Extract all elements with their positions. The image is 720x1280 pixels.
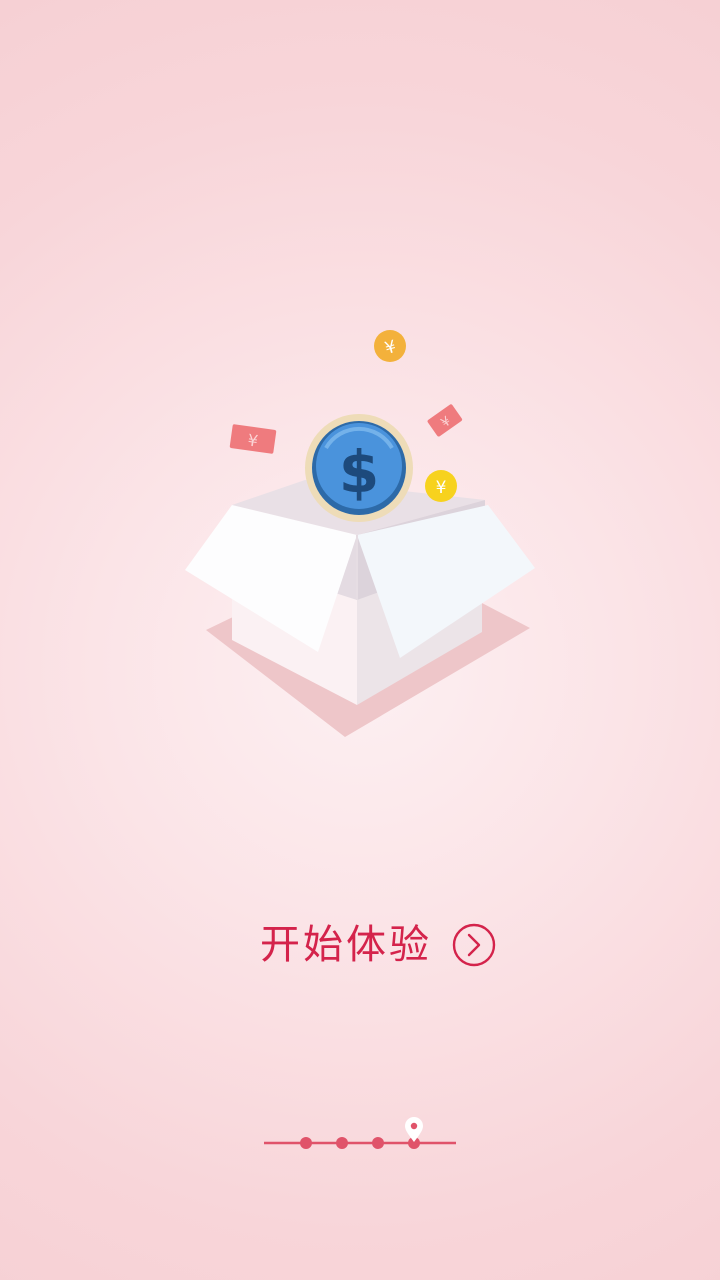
page-dot[interactable] (300, 1137, 312, 1149)
page-dot[interactable] (336, 1137, 348, 1149)
page-indicator (264, 1117, 456, 1149)
current-page-pin-icon (405, 1117, 423, 1142)
yuan-ticket-icon: ¥ (229, 424, 277, 454)
start-experience-label: 开始体验 (260, 922, 432, 968)
start-experience-button[interactable]: 开始体验 (0, 915, 720, 975)
yuan-ticket-icon: ¥ (427, 404, 463, 437)
dollar-coin-icon: $ (305, 414, 413, 522)
yuan-sign: ¥ (436, 478, 447, 498)
dollar-sign: $ (339, 438, 379, 506)
chevron-right-circle-icon[interactable] (452, 923, 496, 967)
gift-box-illustration: $ ¥ ¥ ¥ ¥ (185, 330, 535, 737)
page-dot[interactable] (372, 1137, 384, 1149)
yuan-coin-icon: ¥ (374, 330, 406, 362)
yuan-coin-icon: ¥ (425, 470, 457, 502)
